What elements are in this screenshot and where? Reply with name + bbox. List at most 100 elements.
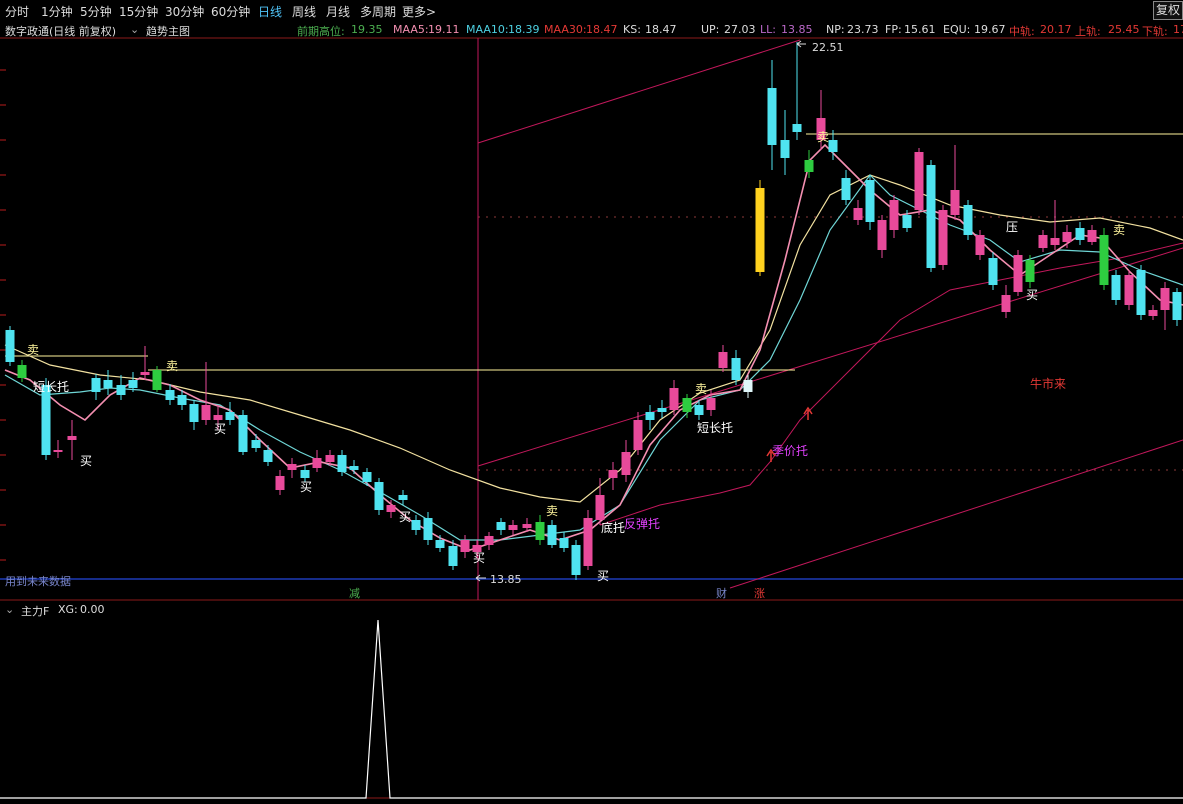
- candlestick[interactable]: [559, 532, 569, 552]
- candlestick[interactable]: [5, 326, 15, 366]
- candlestick[interactable]: [1160, 282, 1170, 330]
- candlestick[interactable]: [460, 535, 470, 558]
- candle-body: [669, 388, 679, 410]
- candlestick[interactable]: [583, 510, 593, 570]
- candle-body: [435, 540, 445, 548]
- candlestick[interactable]: [963, 200, 973, 240]
- candlestick[interactable]: [1062, 225, 1072, 248]
- candlestick[interactable]: [225, 402, 235, 425]
- candlestick[interactable]: [1038, 230, 1048, 252]
- candlestick[interactable]: [767, 60, 777, 170]
- candlestick[interactable]: [423, 512, 433, 545]
- candlestick[interactable]: [337, 450, 347, 476]
- candlestick[interactable]: [1050, 200, 1060, 250]
- candlestick-group[interactable]: [5, 42, 1182, 580]
- middle-channel-line: [477, 247, 1183, 467]
- sell-marker: 卖: [817, 130, 829, 144]
- lower-channel-line: [729, 439, 1183, 589]
- candlestick[interactable]: [1087, 225, 1097, 245]
- candlestick[interactable]: [889, 195, 899, 238]
- candlestick[interactable]: [53, 440, 63, 458]
- candlestick[interactable]: [926, 160, 936, 272]
- candlestick[interactable]: [595, 478, 605, 525]
- candle-body: [767, 88, 777, 145]
- candle-body: [1148, 310, 1158, 316]
- candle-body: [1025, 260, 1035, 282]
- candlestick[interactable]: [1013, 250, 1023, 296]
- candlestick[interactable]: [103, 370, 113, 395]
- candlestick[interactable]: [67, 420, 77, 460]
- candle-body: [325, 455, 335, 462]
- candlestick[interactable]: [496, 518, 506, 535]
- candlestick[interactable]: [1099, 228, 1109, 290]
- candlestick[interactable]: [275, 470, 285, 495]
- candlestick[interactable]: [608, 462, 618, 490]
- low-price-label: 13.85: [490, 573, 522, 586]
- candlestick[interactable]: [657, 400, 667, 418]
- candlestick[interactable]: [116, 375, 126, 400]
- candlestick[interactable]: [508, 520, 518, 535]
- candlestick[interactable]: [251, 434, 261, 452]
- candlestick[interactable]: [792, 42, 802, 140]
- candlestick[interactable]: [535, 515, 545, 545]
- candle-body: [1124, 275, 1134, 305]
- candlestick[interactable]: [988, 252, 998, 290]
- candle-body: [508, 525, 518, 530]
- candlestick[interactable]: [841, 170, 851, 205]
- candlestick[interactable]: [189, 400, 199, 430]
- candlestick[interactable]: [287, 458, 297, 478]
- sub-indicator-title[interactable]: 主力F: [21, 603, 49, 619]
- candlestick[interactable]: [1148, 305, 1158, 320]
- candlestick[interactable]: [694, 400, 704, 420]
- candlestick[interactable]: [682, 394, 692, 418]
- candlestick[interactable]: [263, 445, 273, 466]
- candle-body: [460, 540, 470, 552]
- candlestick[interactable]: [1111, 270, 1121, 305]
- candlestick[interactable]: [938, 205, 948, 270]
- dropdown-circle-icon[interactable]: ⌄: [5, 603, 14, 616]
- candlestick[interactable]: [238, 410, 248, 455]
- candlestick[interactable]: [386, 500, 396, 518]
- candlestick[interactable]: [1136, 265, 1146, 320]
- buy-marker: 买: [80, 454, 92, 468]
- candlestick[interactable]: [435, 535, 445, 552]
- candlestick[interactable]: [571, 540, 581, 580]
- candlestick[interactable]: [645, 405, 655, 430]
- candlestick[interactable]: [731, 350, 741, 385]
- candlestick[interactable]: [1001, 285, 1011, 318]
- candle-body: [1062, 232, 1072, 242]
- candlestick[interactable]: [865, 175, 875, 230]
- candlestick[interactable]: [621, 440, 631, 482]
- candlestick[interactable]: [1124, 270, 1134, 310]
- candlestick[interactable]: [755, 180, 765, 276]
- candlestick[interactable]: [91, 374, 101, 400]
- candle-body: [1050, 238, 1060, 245]
- candlestick[interactable]: [547, 520, 557, 548]
- candlestick[interactable]: [950, 145, 960, 220]
- candlestick[interactable]: [312, 450, 322, 472]
- candlestick[interactable]: [140, 346, 150, 380]
- kline-chart[interactable]: 卖 卖 卖 卖 卖 卖 买 买 买 买 买 买 买 短长托 短长托 底托 反弹托…: [0, 0, 1183, 804]
- candlestick[interactable]: [484, 532, 494, 550]
- candle-body: [1111, 275, 1121, 300]
- candlestick[interactable]: [633, 412, 643, 455]
- buy-marker: 买: [473, 551, 485, 565]
- candlestick[interactable]: [718, 345, 728, 372]
- candlestick[interactable]: [1075, 222, 1085, 245]
- candlestick[interactable]: [853, 200, 863, 225]
- candlestick[interactable]: [877, 215, 887, 258]
- candle-body: [780, 140, 790, 158]
- candle-body: [950, 190, 960, 215]
- candlestick[interactable]: [1172, 288, 1182, 326]
- candlestick[interactable]: [914, 148, 924, 215]
- candle-body: [583, 518, 593, 566]
- candlestick[interactable]: [780, 110, 790, 175]
- season-support-label: 季价托: [772, 444, 808, 458]
- candle-body: [841, 178, 851, 200]
- candlestick[interactable]: [349, 460, 359, 474]
- candlestick[interactable]: [669, 380, 679, 415]
- candle-body: [963, 205, 973, 235]
- candlestick[interactable]: [411, 515, 421, 535]
- candlestick[interactable]: [374, 478, 384, 515]
- bull-market-label: 牛市来: [1030, 376, 1066, 391]
